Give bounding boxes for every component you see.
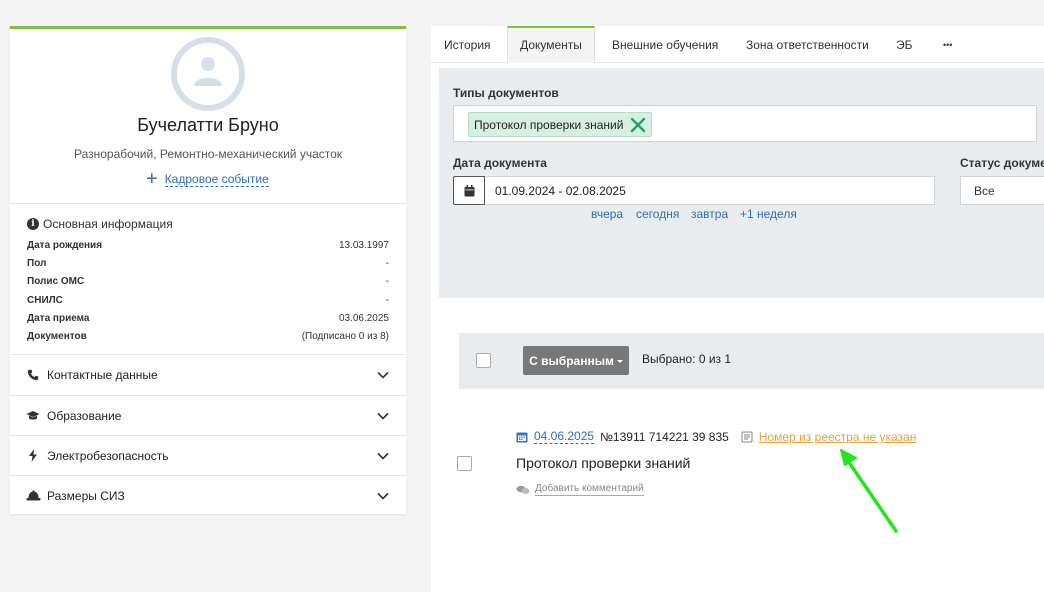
doc-date-label: Дата документа — [453, 156, 547, 170]
employee-role: Разнорабочий, Ремонтно-механический учас… — [73, 147, 343, 161]
quick-link-yesterday[interactable]: вчера — [591, 207, 623, 221]
quick-link-today[interactable]: сегодня — [636, 207, 679, 221]
info-label: СНИЛС — [27, 295, 63, 306]
doc-types-select[interactable]: Протокол проверки знаний — [453, 105, 1037, 142]
document-meta: 04.06.2025 №13911 714221 39 835 Номер из… — [516, 430, 916, 444]
registry-icon — [741, 431, 753, 443]
tab-documents[interactable]: Документы — [507, 26, 595, 63]
avatar — [171, 37, 245, 111]
doc-status-label: Статус докуме — [960, 156, 1044, 170]
chevron-down-icon — [377, 371, 389, 379]
caret-down-icon — [616, 360, 623, 363]
section-label: Электробезопасность — [47, 448, 169, 463]
doc-date-range: 01.09.2024 - 02.08.2025 — [453, 176, 935, 205]
info-icon: i — [27, 218, 39, 230]
info-row-documents: Документов (Подписано 0 из 8) — [27, 331, 389, 343]
remove-tag-icon[interactable] — [629, 116, 647, 134]
documents-panel: История Документы Внешние обучения Зона … — [431, 26, 1044, 592]
filters-panel: Типы документов Протокол проверки знаний… — [439, 68, 1044, 298]
info-row-gender: Пол - — [27, 258, 389, 270]
info-row-oms-policy: Полис ОМС - — [27, 276, 389, 288]
add-comment-label: Добавить комментарий — [535, 483, 644, 496]
quick-link-tomorrow[interactable]: завтра — [691, 207, 728, 221]
tab-external-training[interactable]: Внешние обучения — [612, 26, 718, 63]
add-comment-link[interactable]: Добавить комментарий — [516, 483, 644, 496]
info-label: Дата рождения — [27, 240, 103, 251]
employee-name: Бучелатти Бруно — [137, 115, 279, 135]
section-ppe-sizes[interactable]: Размеры СИЗ — [10, 476, 406, 515]
info-row-hire-date: Дата приема 03.06.2025 — [27, 313, 389, 325]
info-value: 03.06.2025 — [338, 313, 389, 324]
section-label: Размеры СИЗ — [47, 488, 125, 503]
tab-history[interactable]: История — [444, 26, 491, 63]
doc-types-label: Типы документов — [453, 86, 559, 100]
tab-responsibility-zone[interactable]: Зона ответственности — [746, 26, 869, 63]
quick-link-next-week[interactable]: +1 неделя — [740, 207, 797, 221]
selected-count: Выбрано: 0 из 1 — [642, 352, 732, 366]
info-value: (Подписано 0 из 8) — [301, 331, 389, 342]
select-all-checkbox[interactable] — [476, 353, 491, 368]
hr-event-link[interactable]: + Кадровое событие — [146, 169, 269, 189]
chevron-down-icon — [377, 452, 389, 460]
info-row-birthdate: Дата рождения 13.03.1997 — [27, 240, 389, 252]
doc-type-tag-label: Протокол проверки знаний — [474, 117, 624, 132]
section-contacts[interactable]: Контактные данные — [10, 355, 406, 394]
info-row-snils: СНИЛС - — [27, 295, 389, 307]
section-electrical-safety[interactable]: Электробезопасность — [10, 436, 406, 475]
plus-icon: + — [146, 168, 158, 190]
chevron-down-icon — [377, 412, 389, 420]
info-label: Полис ОМС — [27, 276, 85, 287]
document-title[interactable]: Протокол проверки знаний — [516, 455, 690, 471]
section-label: Образование — [47, 408, 122, 423]
doc-date-input[interactable]: 01.09.2024 - 02.08.2025 — [485, 176, 935, 205]
tab-electrical-safety[interactable]: ЭБ — [896, 26, 913, 63]
basic-info-title-text: Основная информация — [43, 217, 173, 231]
calendar-icon — [464, 184, 474, 196]
doc-status-select[interactable]: Все — [960, 176, 1044, 205]
annotation-arrow-icon — [840, 449, 898, 533]
hard-hat-icon — [25, 488, 41, 504]
info-label: Дата приема — [27, 313, 90, 324]
registry-number-warning-link[interactable]: Номер из реестра не указан — [759, 430, 917, 444]
info-value: - — [385, 276, 389, 287]
profile-card: Бучелатти Бруно Разнорабочий, Ремонтно-м… — [10, 26, 406, 514]
divider — [10, 203, 406, 204]
section-label: Контактные данные — [47, 367, 158, 382]
info-value: 13.03.1997 — [338, 240, 389, 251]
graduation-cap-icon — [25, 408, 41, 424]
doc-type-tag: Протокол проверки знаний — [468, 112, 653, 137]
phone-icon — [25, 367, 41, 383]
info-value: - — [385, 295, 389, 306]
info-label: Пол — [27, 258, 47, 269]
lightning-icon — [25, 448, 41, 464]
calendar-icon — [516, 432, 528, 443]
hr-event-label: Кадровое событие — [164, 171, 269, 187]
info-value: - — [385, 258, 389, 269]
calendar-button[interactable] — [453, 176, 485, 205]
tab-bar: История Документы Внешние обучения Зона … — [431, 26, 1044, 63]
info-label: Документов — [27, 331, 87, 342]
comments-icon — [516, 485, 530, 494]
document-date-link[interactable]: 04.06.2025 — [534, 430, 595, 444]
bulk-actions-button[interactable]: С выбранным — [523, 346, 629, 375]
chevron-down-icon — [377, 492, 389, 500]
more-tabs-icon[interactable]: ••• — [943, 26, 952, 63]
user-avatar-icon — [194, 57, 222, 86]
document-checkbox[interactable] — [457, 456, 472, 471]
document-number: №13911 714221 39 835 — [600, 430, 729, 444]
section-education[interactable]: Образование — [10, 396, 406, 435]
bulk-actions-bar: С выбранным Выбрано: 0 из 1 — [459, 333, 1044, 389]
bulk-actions-label: С выбранным — [529, 353, 614, 368]
basic-info-title: i Основная информация — [27, 217, 173, 231]
